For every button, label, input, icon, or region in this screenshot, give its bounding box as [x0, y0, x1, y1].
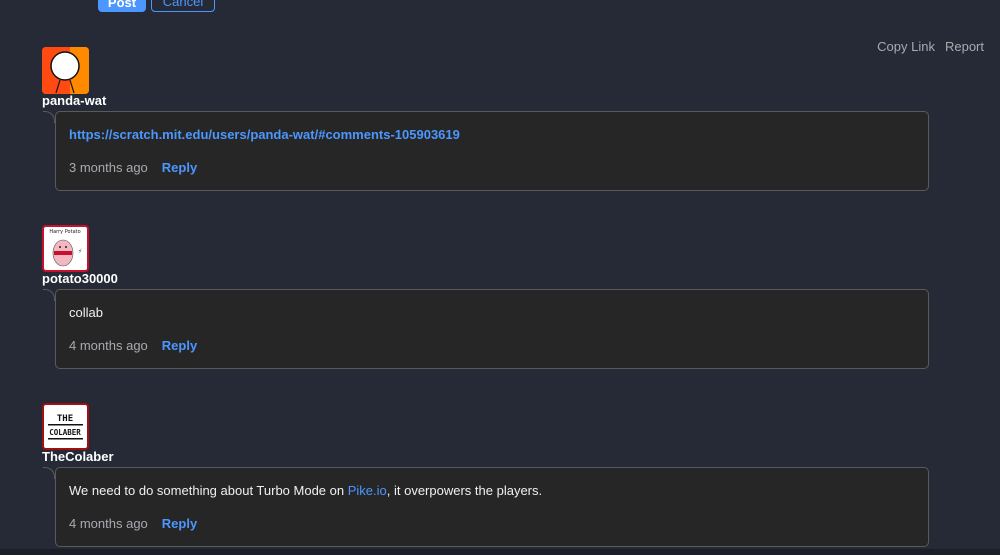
- composer-buttons: Post Cancel: [98, 0, 215, 12]
- cancel-button[interactable]: Cancel: [151, 0, 215, 12]
- comment-text-before: We need to do something about Turbo Mode…: [69, 483, 348, 498]
- username[interactable]: TheColaber: [42, 449, 114, 464]
- svg-text:COLABER: COLABER: [49, 428, 81, 437]
- comment-text-after: , it overpowers the players.: [386, 483, 543, 498]
- reply-button[interactable]: Reply: [162, 160, 197, 175]
- svg-text:⚡: ⚡: [78, 248, 82, 255]
- username[interactable]: panda-wat: [42, 93, 106, 108]
- avatar[interactable]: Harry Potato ⚡: [42, 225, 89, 272]
- comment-time: 3 months ago: [69, 160, 148, 175]
- comment-bubble: We need to do something about Turbo Mode…: [43, 467, 929, 547]
- avatar[interactable]: [42, 47, 89, 94]
- reply-button[interactable]: Reply: [162, 516, 197, 531]
- comment-bubble: https://scratch.mit.edu/users/panda-wat/…: [43, 111, 929, 191]
- comment-meta: 4 months ago Reply: [69, 338, 197, 353]
- svg-text:THE: THE: [57, 414, 73, 424]
- post-button[interactable]: Post: [98, 0, 146, 12]
- avatar[interactable]: THE COLABER: [42, 403, 89, 450]
- bottom-divider: [0, 549, 1000, 555]
- comment-actions: Copy Link Report: [877, 39, 984, 54]
- comment-content: https://scratch.mit.edu/users/panda-wat/…: [69, 127, 460, 142]
- avatar-caption: Harry Potato: [49, 229, 80, 235]
- copy-link-button[interactable]: Copy Link: [877, 39, 935, 54]
- comment-content: collab: [69, 305, 103, 320]
- colaber-avatar-icon: THE COLABER: [45, 406, 86, 447]
- comment-link[interactable]: https://scratch.mit.edu/users/panda-wat/…: [69, 127, 460, 142]
- comment-time: 4 months ago: [69, 338, 148, 353]
- comment-bubble: collab 4 months ago Reply: [43, 289, 929, 369]
- panda-avatar-icon: [42, 47, 89, 94]
- comment-time: 4 months ago: [69, 516, 148, 531]
- reply-button[interactable]: Reply: [162, 338, 197, 353]
- comment-link[interactable]: Pike.io: [348, 483, 387, 498]
- username[interactable]: potato30000: [42, 271, 118, 286]
- potato-avatar-icon: Harry Potato ⚡: [49, 229, 82, 267]
- comment-meta: 3 months ago Reply: [69, 160, 197, 175]
- comment-content: We need to do something about Turbo Mode…: [69, 483, 542, 498]
- comment-meta: 4 months ago Reply: [69, 516, 197, 531]
- report-button[interactable]: Report: [945, 39, 984, 54]
